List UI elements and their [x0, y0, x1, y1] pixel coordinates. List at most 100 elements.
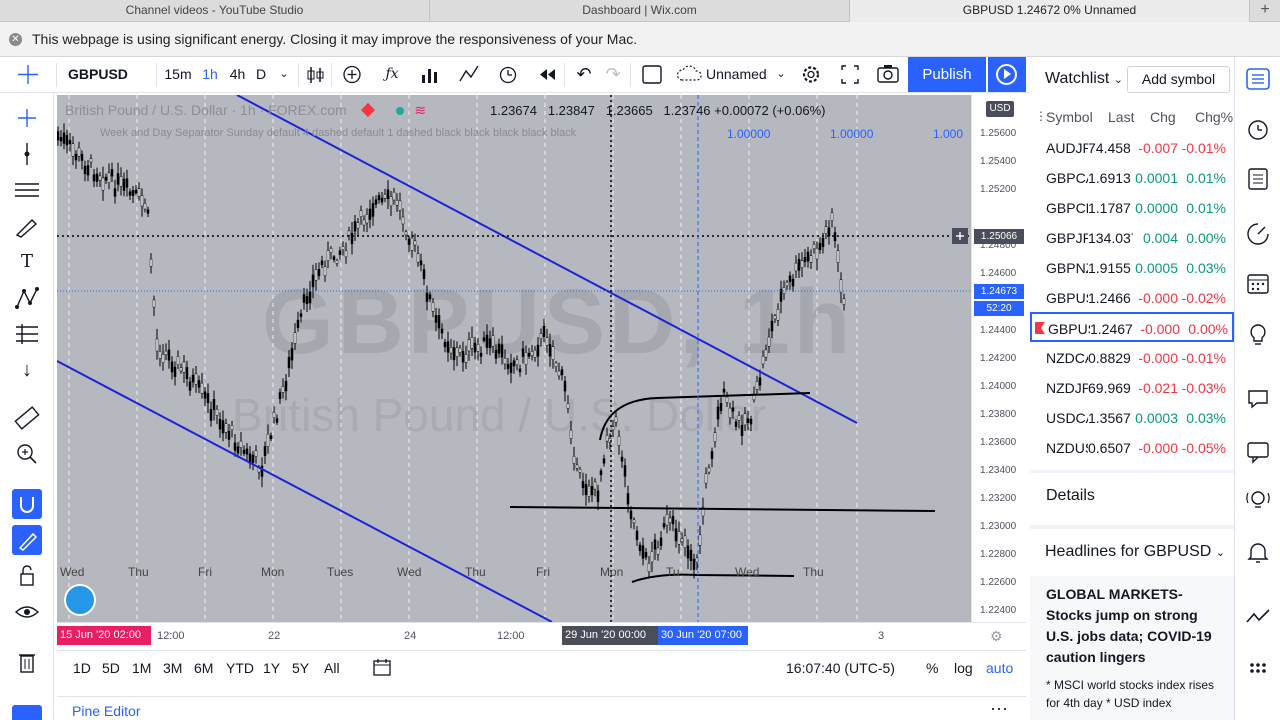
chevron-down-icon[interactable]: ⌄ [1216, 547, 1225, 559]
new-tab-button[interactable]: + [1250, 0, 1280, 21]
range-ytd[interactable]: YTD [226, 660, 254, 676]
fullscreen-icon[interactable] [837, 57, 863, 92]
interval-15m[interactable]: 15m [163, 57, 193, 92]
column-last[interactable]: Last [1108, 109, 1134, 125]
cross-cursor-icon[interactable] [12, 105, 42, 131]
watchlist-row[interactable]: USDCA1.35670.0003 0.03% [1030, 403, 1234, 433]
notifications-bell-icon[interactable] [1245, 539, 1271, 565]
watchlist-row[interactable]: GBPCH1.17870.0000 0.01% [1030, 193, 1234, 223]
watchlist-row[interactable]: USDJP107.54-0.010-0.01% [1030, 463, 1234, 470]
horizontal-lines-icon[interactable] [12, 177, 42, 203]
range-6m[interactable]: 6M [194, 660, 213, 676]
price-chart[interactable]: GBPUSD, 1h British Pound / U.S. Dollar B… [57, 95, 971, 622]
magnet-icon[interactable] [12, 489, 42, 519]
watchlist-row[interactable]: GBPUS1.2467 -0.000 0.00% [1030, 312, 1234, 342]
watchlist-row[interactable]: GBPUS1.2466 -0.000-0.02% [1030, 283, 1234, 313]
watchlist-row[interactable]: NZDJP 69.969 -0.021 -0.03% [1030, 373, 1234, 403]
eye-icon[interactable] [12, 599, 42, 625]
flag-icon[interactable] [360, 102, 375, 118]
trend-line-icon[interactable] [12, 141, 42, 167]
flag-icon[interactable] [1035, 322, 1045, 334]
currency-label[interactable]: USD [986, 101, 1014, 117]
range-1m[interactable]: 1M [132, 660, 151, 676]
camera-snapshot-icon[interactable] [874, 57, 902, 92]
chevron-down-icon[interactable]: ⌄ [274, 57, 294, 92]
bars-style-icon[interactable] [303, 57, 327, 92]
alert-clock-icon[interactable] [496, 57, 520, 92]
details-section[interactable]: Details [1030, 473, 1234, 525]
pine-editor-tab[interactable]: Pine Editor ··· [57, 696, 1026, 720]
alarm-clock-icon[interactable] [1245, 116, 1271, 142]
trend-chart-icon[interactable] [1245, 604, 1271, 630]
percent-scale-toggle[interactable]: % [926, 660, 938, 676]
layout-name[interactable]: Unnamed [706, 57, 776, 92]
range-5d[interactable]: 5D [102, 660, 120, 676]
watchlist-row[interactable]: AUDJP 74.458 -0.007 -0.01% [1030, 133, 1234, 163]
column-symbol[interactable]: Symbol [1046, 109, 1093, 125]
data-window-icon[interactable] [1245, 166, 1271, 192]
arrow-down-icon[interactable]: ↓ [12, 357, 42, 383]
log-scale-toggle[interactable]: log [954, 660, 973, 676]
interval-d[interactable]: D [253, 57, 269, 92]
prediction-icon[interactable] [12, 321, 42, 347]
signals-bulb-icon[interactable] [1245, 487, 1271, 513]
watchlist-title[interactable]: Watchlist ⌄ [1045, 70, 1123, 88]
redo-icon[interactable]: ↷ [601, 57, 625, 92]
indicators-fx-icon[interactable]: ƒx [380, 57, 404, 92]
chevron-down-icon[interactable]: ⌄ [774, 57, 788, 92]
axis-settings-gear-icon[interactable]: ⚙ [990, 628, 1003, 645]
streams-chat-icon[interactable] [1245, 439, 1271, 465]
text-tool-icon[interactable]: T [12, 249, 42, 275]
headlines-title[interactable]: Headlines for GBPUSD ⌄ [1045, 543, 1225, 561]
compare-plus-icon[interactable] [340, 57, 364, 92]
range-1y[interactable]: 1Y [263, 660, 280, 676]
play-stream-icon[interactable] [988, 57, 1026, 92]
financials-icon[interactable] [418, 57, 442, 92]
lock-icon[interactable] [12, 563, 42, 589]
fullscreen-square-icon[interactable] [640, 57, 664, 92]
watchlist-row[interactable]: NZDCA0.8829 -0.000-0.01% [1030, 343, 1234, 373]
column-chg[interactable]: Chg [1150, 109, 1176, 125]
cloud-save-icon[interactable] [676, 57, 704, 92]
column-chg-pct[interactable]: Chg% [1195, 109, 1233, 125]
drawing-mode-pencil-icon[interactable] [12, 525, 42, 555]
pine-editor-label[interactable]: Pine Editor [72, 703, 140, 719]
browser-tab-active[interactable]: GBPUSD 1.24672 0% Unnamed [850, 0, 1250, 22]
range-all[interactable]: All [324, 660, 340, 676]
watchlist-row[interactable]: GBPJP134.037 0.004 0.00% [1030, 223, 1234, 253]
auto-scale-toggle[interactable]: auto [986, 660, 1013, 676]
templates-icon[interactable] [457, 57, 481, 92]
calendar-icon[interactable] [1245, 270, 1271, 296]
replay-icon[interactable] [536, 57, 560, 92]
watchlist-row[interactable]: NZDUS0.6507 -0.000-0.05% [1030, 433, 1234, 463]
interval-4h[interactable]: 4h [225, 57, 250, 92]
watchlist-icon[interactable] [1245, 66, 1271, 92]
ideas-lightbulb-icon[interactable] [1245, 322, 1271, 348]
dots-grid-icon[interactable] [1245, 657, 1271, 683]
browser-tab[interactable]: Dashboard | Wix.com [430, 0, 850, 22]
trash-icon[interactable] [12, 649, 42, 675]
object-tree-icon[interactable] [12, 705, 42, 720]
clock-timezone[interactable]: 16:07:40 (UTC-5) [786, 660, 895, 676]
price-axis[interactable]: USD 1.25600 1.25400 1.25200 1.24800 1.24… [971, 95, 1026, 622]
range-1d[interactable]: 1D [73, 660, 91, 676]
time-axis[interactable]: 12:00 22 24 12:00 3 15 Jun '20 02:00 29 … [57, 622, 1026, 648]
goto-date-icon[interactable] [373, 657, 391, 680]
candlestick-plot[interactable] [57, 95, 971, 622]
pattern-icon[interactable] [12, 285, 42, 311]
watchlist-row[interactable]: GBPNZ1.91550.0005 0.03% [1030, 253, 1234, 283]
zoom-in-icon[interactable] [12, 441, 42, 467]
browser-tab[interactable]: Channel videos - YouTube Studio [0, 0, 430, 22]
brush-icon[interactable] [12, 213, 42, 239]
range-5y[interactable]: 5Y [292, 660, 309, 676]
symbol-search-button[interactable]: GBPUSD [68, 57, 128, 92]
hotlists-icon[interactable] [1245, 221, 1271, 247]
news-headline[interactable]: GLOBAL MARKETS-Stocks jump on strong U.S… [1046, 584, 1222, 668]
range-3m[interactable]: 3M [163, 660, 182, 676]
interval-1h[interactable]: 1h [197, 57, 223, 92]
publish-button[interactable]: Publish [908, 57, 986, 92]
add-symbol-button[interactable]: Add symbol [1127, 66, 1230, 93]
close-notice-icon[interactable]: ✕ [9, 33, 22, 46]
tradingview-logo-icon[interactable] [64, 584, 96, 616]
news-item[interactable]: GLOBAL MARKETS-Stocks jump on strong U.S… [1030, 576, 1234, 720]
